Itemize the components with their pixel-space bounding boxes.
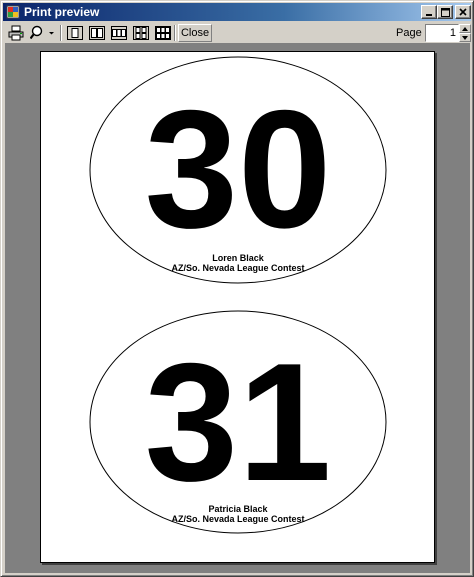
contestant-number: 30 [145,75,332,263]
close-icon [459,8,467,16]
title-bar[interactable]: Print preview [3,3,471,21]
toolbar-separator [60,25,62,41]
maximize-icon [440,7,450,17]
close-window-button[interactable] [455,5,471,19]
four-pages-button[interactable] [131,24,151,42]
page-up-button[interactable] [459,24,471,33]
three-pages-button[interactable] [109,24,129,42]
contest-label: 31 Patricia Black AZ/So. Nevada League C… [89,310,387,534]
preview-page: 30 Loren Black AZ/So. Nevada League Cont… [40,51,435,563]
print-icon [8,25,24,41]
toolbar-separator [174,25,176,41]
page-content: 30 Loren Black AZ/So. Nevada League Cont… [89,56,387,534]
print-button[interactable] [5,24,27,42]
three-pages-icon [111,26,127,40]
one-page-icon [67,26,83,40]
six-pages-icon [155,26,171,40]
contestant-name: Loren Black [212,253,265,263]
minimize-button[interactable] [421,5,437,19]
page-spinner[interactable] [459,24,471,42]
contest-label: 30 Loren Black AZ/So. Nevada League Cont… [89,56,387,284]
event-name: AZ/So. Nevada League Contest [171,514,304,524]
event-name: AZ/So. Nevada League Contest [171,263,304,273]
chevron-down-icon [48,32,54,35]
four-pages-icon [133,26,149,40]
zoom-icon [29,25,42,40]
close-preview-button[interactable]: Close [178,24,212,42]
contestant-name: Patricia Black [208,504,268,514]
one-page-button[interactable] [65,24,85,42]
two-pages-button[interactable] [87,24,107,42]
print-preview-window: Print preview Close Page 1 30 Loren Blac… [0,0,474,577]
minimize-icon [426,14,432,16]
contestant-number: 31 [145,328,332,516]
zoom-dropdown-button[interactable] [28,24,56,42]
six-pages-button[interactable] [153,24,173,42]
preview-area[interactable]: 30 Loren Black AZ/So. Nevada League Cont… [5,43,470,573]
arrow-up-icon [462,26,468,31]
arrow-down-icon [462,35,468,40]
maximize-button[interactable] [437,5,453,19]
two-pages-icon [89,26,105,40]
window-title: Print preview [24,5,100,19]
page-down-button[interactable] [459,33,471,42]
toolbar: Close Page 1 [3,23,471,43]
app-icon [6,5,20,19]
page-label: Page [396,27,422,39]
page-number-input[interactable]: 1 [425,24,459,42]
